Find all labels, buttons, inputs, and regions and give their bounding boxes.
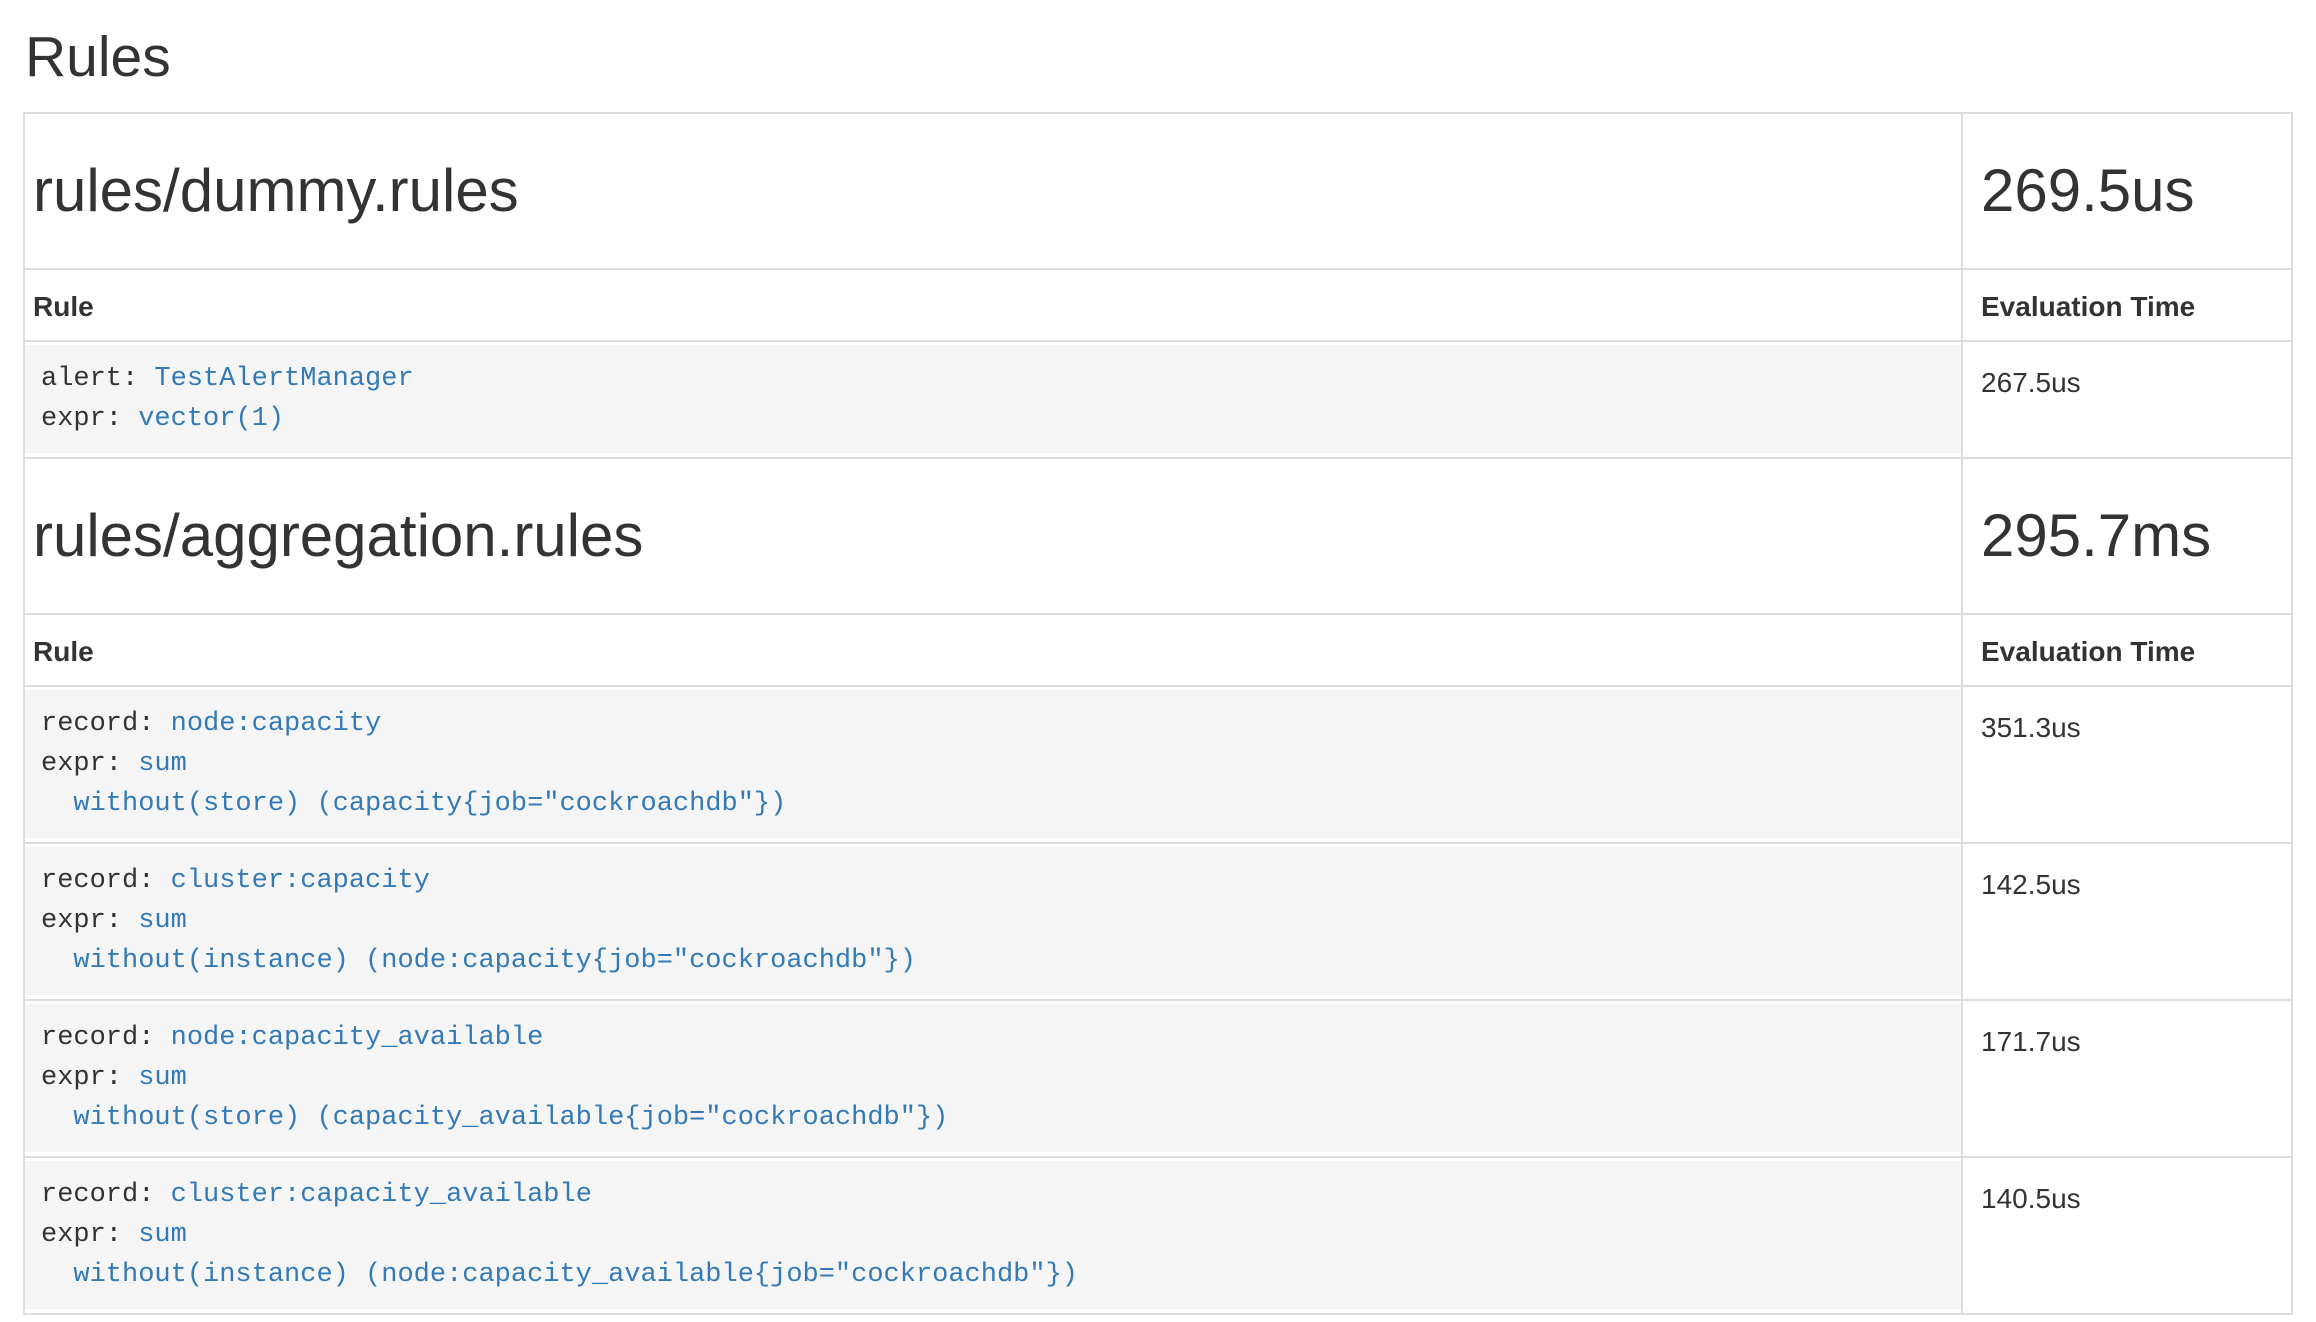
rule-definition: alert: TestAlertManager expr: vector(1) <box>25 345 1961 453</box>
rule-row: record: node:capacity_available expr: su… <box>24 1000 2292 1157</box>
rule-cell: record: node:capacity expr: sum without(… <box>24 686 1962 843</box>
rule-cell: record: cluster:capacity_available expr:… <box>24 1157 1962 1314</box>
rule-expression-link[interactable]: vector(1) <box>138 404 284 434</box>
rule-keyword: record: <box>41 709 171 739</box>
rule-expression-link[interactable]: sum without(instance) (node:capacity_ava… <box>41 1220 1078 1290</box>
rules-table: rules/dummy.rules 269.5us Rule Evaluatio… <box>23 112 2293 1315</box>
rule-row: alert: TestAlertManager expr: vector(1) … <box>24 341 2292 458</box>
rule-group-name: rules/dummy.rules <box>24 113 1962 269</box>
rule-definition: record: node:capacity expr: sum without(… <box>25 690 1961 838</box>
rule-row: record: cluster:capacity expr: sum witho… <box>24 843 2292 1000</box>
rule-keyword: expr: <box>41 1063 138 1093</box>
rule-group-header-row: rules/dummy.rules 269.5us <box>24 113 2292 269</box>
rule-definition: record: cluster:capacity_available expr:… <box>25 1161 1961 1309</box>
rule-expression-link[interactable]: node:capacity_available <box>171 1023 544 1053</box>
rule-keyword: record: <box>41 1180 171 1210</box>
rule-keyword: expr: <box>41 749 138 779</box>
rule-cell: record: cluster:capacity expr: sum witho… <box>24 843 1962 1000</box>
rule-keyword: expr: <box>41 1220 138 1250</box>
rule-cell: alert: TestAlertManager expr: vector(1) <box>24 341 1962 458</box>
rules-table-body: rules/dummy.rules 269.5us Rule Evaluatio… <box>24 113 2292 1314</box>
rule-keyword: expr: <box>41 906 138 936</box>
rule-expression-link[interactable]: sum without(store) (capacity{job="cockro… <box>41 749 786 819</box>
column-header-row: Rule Evaluation Time <box>24 269 2292 341</box>
rules-page: Rules rules/dummy.rules 269.5us Rule Eva… <box>0 0 2316 1315</box>
rule-cell: record: node:capacity_available expr: su… <box>24 1000 1962 1157</box>
page-title: Rules <box>25 26 2293 88</box>
rule-definition: record: cluster:capacity expr: sum witho… <box>25 847 1961 995</box>
rule-definition: record: node:capacity_available expr: su… <box>25 1004 1961 1152</box>
rule-group-name: rules/aggregation.rules <box>24 458 1962 614</box>
rule-row: record: cluster:capacity_available expr:… <box>24 1157 2292 1314</box>
rule-evaluation-time: 140.5us <box>1962 1157 2292 1314</box>
rule-evaluation-time: 267.5us <box>1962 341 2292 458</box>
rule-group-evaluation-time: 295.7ms <box>1962 458 2292 614</box>
rule-evaluation-time: 142.5us <box>1962 843 2292 1000</box>
rule-column-header: Rule <box>24 614 1962 686</box>
evaluation-time-column-header: Evaluation Time <box>1962 614 2292 686</box>
rule-keyword: alert: <box>41 364 154 394</box>
rule-keyword: record: <box>41 1023 171 1053</box>
rule-group-evaluation-time: 269.5us <box>1962 113 2292 269</box>
rule-expression-link[interactable]: node:capacity <box>171 709 382 739</box>
column-header-row: Rule Evaluation Time <box>24 614 2292 686</box>
rule-keyword: expr: <box>41 404 138 434</box>
rule-column-header: Rule <box>24 269 1962 341</box>
rule-expression-link[interactable]: sum without(instance) (node:capacity{job… <box>41 906 916 976</box>
rule-keyword: record: <box>41 866 171 896</box>
evaluation-time-column-header: Evaluation Time <box>1962 269 2292 341</box>
rule-evaluation-time: 171.7us <box>1962 1000 2292 1157</box>
rule-expression-link[interactable]: sum without(store) (capacity_available{j… <box>41 1063 948 1133</box>
rule-expression-link[interactable]: cluster:capacity_available <box>171 1180 592 1210</box>
rule-group-header-row: rules/aggregation.rules 295.7ms <box>24 458 2292 614</box>
rule-expression-link[interactable]: TestAlertManager <box>154 364 413 394</box>
rule-evaluation-time: 351.3us <box>1962 686 2292 843</box>
rule-expression-link[interactable]: cluster:capacity <box>171 866 430 896</box>
rule-row: record: node:capacity expr: sum without(… <box>24 686 2292 843</box>
